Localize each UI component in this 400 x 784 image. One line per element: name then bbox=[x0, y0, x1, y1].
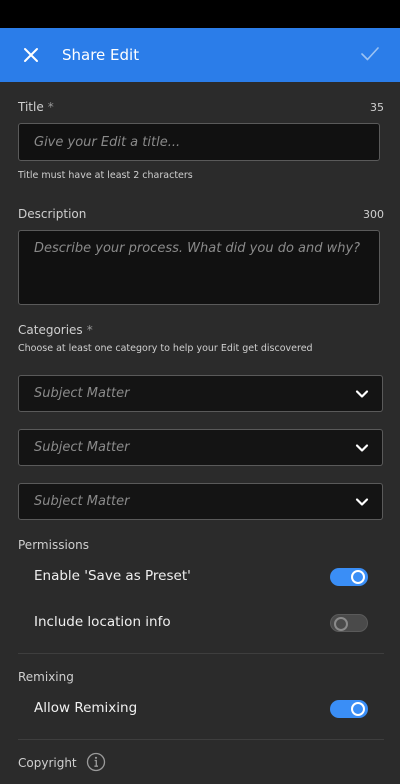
title-input[interactable] bbox=[19, 124, 379, 160]
description-label: Description bbox=[18, 207, 87, 221]
checkmark-icon bbox=[361, 47, 379, 61]
toggle-knob bbox=[334, 617, 348, 631]
categories-label: Categories * bbox=[18, 323, 93, 337]
title-label: Title * bbox=[18, 100, 54, 114]
toggle-knob bbox=[351, 570, 365, 584]
category-select-2[interactable]: Subject Matter bbox=[18, 429, 383, 466]
category-select-1-text: Subject Matter bbox=[34, 386, 130, 401]
category-select-1[interactable]: Subject Matter bbox=[18, 375, 383, 412]
categories-helper-text: Choose at least one category to help you… bbox=[18, 343, 313, 354]
save-as-preset-toggle[interactable] bbox=[330, 568, 368, 586]
categories-label-text: Categories bbox=[18, 323, 83, 337]
title-field-box bbox=[18, 123, 380, 161]
title-char-count: 35 bbox=[370, 101, 384, 114]
info-icon[interactable] bbox=[86, 752, 106, 772]
location-info-label: Include location info bbox=[34, 614, 171, 630]
permissions-label: Permissions bbox=[18, 538, 89, 552]
copyright-label: Copyright bbox=[18, 756, 77, 770]
description-char-count: 300 bbox=[363, 208, 384, 221]
categories-required-mark: * bbox=[86, 323, 93, 337]
chevron-down-icon bbox=[355, 498, 369, 506]
confirm-button[interactable] bbox=[358, 42, 382, 66]
remixing-label: Remixing bbox=[18, 670, 74, 684]
location-info-row: Include location info bbox=[34, 610, 368, 634]
location-info-toggle[interactable] bbox=[330, 614, 368, 632]
category-select-2-text: Subject Matter bbox=[34, 440, 130, 455]
chevron-down-icon bbox=[355, 444, 369, 452]
category-select-3[interactable]: Subject Matter bbox=[18, 483, 383, 520]
page-title: Share Edit bbox=[62, 46, 140, 64]
allow-remixing-toggle[interactable] bbox=[330, 700, 368, 718]
save-as-preset-label: Enable 'Save as Preset' bbox=[34, 568, 191, 584]
description-field-box bbox=[18, 230, 380, 305]
close-button[interactable] bbox=[17, 41, 45, 69]
divider bbox=[18, 739, 384, 740]
save-as-preset-row: Enable 'Save as Preset' bbox=[34, 564, 368, 588]
title-required-mark: * bbox=[47, 100, 54, 114]
allow-remixing-label: Allow Remixing bbox=[34, 700, 138, 716]
description-input[interactable] bbox=[19, 231, 379, 304]
toggle-knob bbox=[351, 702, 365, 716]
title-helper-text: Title must have at least 2 characters bbox=[18, 170, 193, 181]
close-icon bbox=[24, 48, 38, 62]
status-bar bbox=[0, 0, 400, 28]
divider bbox=[18, 653, 384, 654]
allow-remixing-row: Allow Remixing bbox=[34, 696, 368, 720]
chevron-down-icon bbox=[355, 390, 369, 398]
category-select-3-text: Subject Matter bbox=[34, 494, 130, 509]
title-label-text: Title bbox=[18, 100, 44, 114]
app-bar: Share Edit bbox=[0, 28, 400, 82]
